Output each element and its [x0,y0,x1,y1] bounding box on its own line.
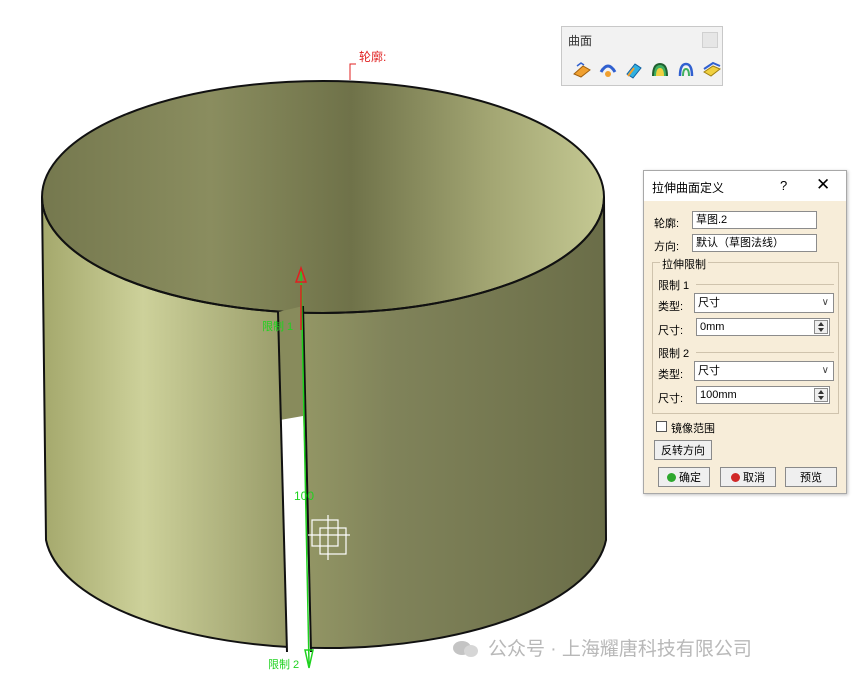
extrude-surface-icon[interactable] [570,59,594,81]
dialog-title: 拉伸曲面定义 [652,181,725,195]
cancel-button[interactable]: 取消 [720,467,776,487]
limit1-type-label: 类型: [658,301,684,313]
ok-icon [667,472,676,482]
chevron-down-icon: ∨ [821,297,829,308]
limit2-type-label: 类型: [658,369,684,381]
profile-callout-label: 轮廓: [359,49,386,64]
extrude-surface-dialog: 拉伸曲面定义 ? ✕ 轮廓: 草图.2 方向: 默认（草图法线） 拉伸限制 限制… [643,170,847,494]
cancel-icon [731,472,740,482]
direction-field[interactable]: 默认（草图法线） [692,234,817,252]
limit2-separator [696,352,834,353]
sphere-surface-icon[interactable] [622,59,646,81]
mirror-label: 镜像范围 [671,423,715,435]
ok-button[interactable]: 确定 [658,467,710,487]
limit2-label[interactable]: 限制 2 [268,658,299,671]
reverse-direction-label: 反转方向 [661,445,705,457]
limit1-dim-value: 0mm [700,321,725,333]
chevron-down-icon: ∨ [821,365,829,376]
limit1-title: 限制 1 [658,280,690,292]
direction-label: 方向: [654,241,680,253]
preview-button[interactable]: 预览 [785,467,837,487]
dialog-titlebar: 拉伸曲面定义 ? ✕ [644,171,846,201]
limit2-dim-input[interactable]: 100mm [696,386,830,404]
profile-field[interactable]: 草图.2 [692,211,817,229]
limit1-label[interactable]: 限制 1 [262,320,293,333]
wechat-icon [453,641,478,657]
help-button[interactable]: ? [780,178,787,193]
limit2-type-select[interactable]: 尺寸 ∨ [694,361,834,381]
toolbar-title: 曲面 [568,34,593,48]
profile-label: 轮廓: [654,218,680,230]
limit2-type-value: 尺寸 [698,365,720,377]
ok-label: 确定 [679,472,701,484]
limit1-spinner-icon[interactable] [814,320,828,334]
offset-surface-icon[interactable] [674,59,698,81]
limit1-dim-label: 尺寸: [658,325,684,337]
limit1-separator [696,284,834,285]
surfaces-toolbar: 曲面 [561,26,723,86]
preview-label: 预览 [800,472,822,484]
fill-surface-icon[interactable] [700,59,724,81]
cancel-label: 取消 [743,472,765,484]
cylinder-inner-wall [42,81,604,313]
watermark-text: 公众号 · 上海耀唐科技有限公司 [488,639,752,660]
limit1-type-select[interactable]: 尺寸 ∨ [694,293,834,313]
limit2-dim-value: 100mm [700,389,737,401]
reverse-direction-button[interactable]: 反转方向 [654,440,712,460]
extent-group-title: 拉伸限制 [660,256,708,272]
cylinder-surface-icon[interactable] [648,59,672,81]
profile-leader-line [349,63,356,80]
revolve-surface-icon[interactable] [596,59,620,81]
limit2-spinner-icon[interactable] [814,388,828,402]
limit2-title: 限制 2 [658,348,690,360]
limit1-dim-input[interactable]: 0mm [696,318,830,336]
close-icon[interactable]: ✕ [816,176,830,194]
limit1-type-value: 尺寸 [698,297,720,309]
limit2-dim-label: 尺寸: [658,393,684,405]
dimension-value-label[interactable]: 100 [294,489,314,503]
toolbar-close-icon[interactable] [702,32,718,48]
mirror-checkbox[interactable] [656,421,667,432]
